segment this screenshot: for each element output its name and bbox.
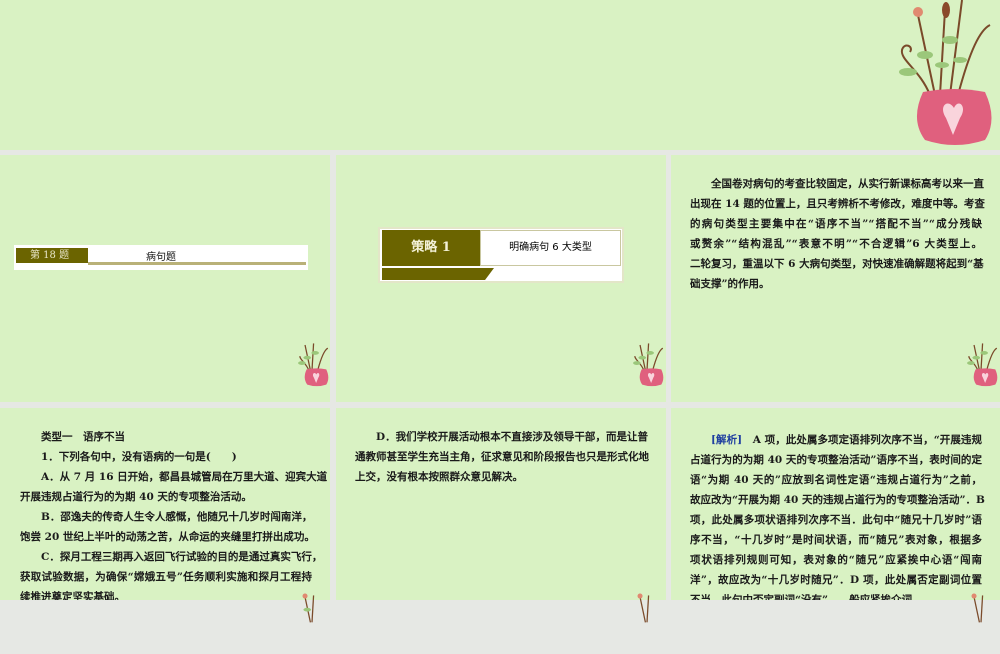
- slide-option-d[interactable]: D．我们学校开展活动根本不直接涉及领导干部，而是让普 通教师甚至学生充当主角，征…: [336, 408, 666, 600]
- flower-vase-icon: [298, 343, 329, 387]
- analysis-line: 项，此处属多项状语排列次序不当．此句中“随兄十几岁时”语: [690, 514, 982, 526]
- section-title: 病句题: [146, 252, 176, 263]
- analysis-line: 序不当，“十几岁时”是时间状语，而“随兄”表对象，根据多: [690, 534, 982, 546]
- option-d: D．我们学校开展活动根本不直接涉及领导干部，而是让普: [376, 431, 648, 443]
- flower-vase-icon: [899, 0, 992, 145]
- question-stem: 1．下列各句中，没有语病的一句是( ): [41, 451, 237, 463]
- title-banner-slide: [0, 0, 1000, 150]
- slide-intro[interactable]: 全国卷对病句的考查比较固定，从实行新课标高考以来一直 出现在 14 题的位置上，…: [671, 155, 1000, 402]
- analysis-line: 占道行为的为期 40 天的专项整治活动”语序不当，表时间的定: [690, 454, 982, 466]
- option-a: A．从 7 月 16 日开始，都昌县城管局在万里大道、迎宾大道: [41, 471, 328, 483]
- analysis-line: 不当，此句中否定副词“没有”……般应紧挨介词: [690, 594, 913, 600]
- option-a-cont: 开展违规占道行为的为期 40 天的专项整治活动。: [20, 491, 252, 503]
- analysis-tag: [解析]: [711, 434, 743, 446]
- option-d-cont: 通教师甚至学生充当主角，征求意见和阶段报告也只是形式化地: [355, 451, 649, 463]
- slide-analysis[interactable]: [解析] A 项，此处属多项定语排列次序不当，“开展违规 占道行为的为期 40 …: [671, 408, 1000, 600]
- analysis-line: 语“为期 40 天的”应放到名词性定语“违规占道行为”之前，: [690, 474, 982, 486]
- intro-line: 础支撑”的作用。: [690, 278, 770, 290]
- flower-vase-icon: [633, 343, 664, 387]
- flower-vase-icon: [637, 593, 650, 623]
- intro-line: 的病句类型主要集中在“语序不当”“搭配不当”“成分残缺: [690, 218, 982, 230]
- strategy-label: 策略 1: [382, 230, 480, 266]
- option-b-cont: 饱尝 20 世纪上半叶的动荡之苦，从命运的夹缝里打拼出成功。: [20, 531, 315, 543]
- flower-vase-icon: [967, 343, 998, 387]
- strategy-bar: [382, 268, 494, 280]
- option-b: B．邵逸夫的传奇人生令人感慨，他随兄十几岁时闯南洋，: [41, 511, 313, 523]
- flower-vase-icon: [971, 593, 984, 623]
- analysis-first: A 项，此处属多项定语排列次序不当，“开展违规: [742, 434, 983, 446]
- slide-question[interactable]: 类型一 语序不当 1．下列各句中，没有语病的一句是( ) A．从 7 月 16 …: [0, 408, 330, 600]
- intro-line: 全国卷对病句的考查比较固定，从实行新课标高考以来一直: [711, 178, 984, 190]
- type-heading: 类型一 语序不当: [41, 431, 125, 443]
- strategy-box: 策略 1 明确病句 6 大类型: [378, 227, 624, 283]
- flower-vase-icon: [302, 593, 315, 623]
- option-d-cont: 上交，没有根本按照群众意见解决。: [355, 471, 523, 483]
- option-c: C．探月工程三期再入返回飞行试验的目的是通过真实飞行，: [41, 551, 323, 563]
- option-c-cont: 续推进奠定坚实基础。: [20, 591, 125, 600]
- analysis-line: 故应改为“开展为期 40 天的违规占道行为的专项整治活动”．B: [690, 494, 985, 506]
- analysis-line: 项状语排列规则可知，表对象的“随兄”应紧挨中心语“闯南: [690, 554, 982, 566]
- option-c-cont: 获取试验数据，为确保“嫦娥五号”任务顺利实施和探月工程持: [20, 571, 312, 583]
- section-header: 第 18 题 病句题: [14, 245, 308, 270]
- intro-line: 二轮复习，重温以下 6 大病句类型，对快速准确解题将起到“基: [690, 258, 984, 270]
- intro-line: 出现在 14 题的位置上，且只考辨析不考修改，难度中等。考查: [690, 198, 985, 210]
- intro-line: 或赘余”“结构混乱”“表意不明”“不合逻辑”6 大类型上。: [690, 238, 982, 250]
- strategy-title: 明确病句 6 大类型: [480, 230, 621, 266]
- slide-section-title[interactable]: [0, 155, 330, 402]
- analysis-line: 洋”，故应改为“十几岁时随兄”．D 项，此处属否定副词位置: [690, 574, 982, 586]
